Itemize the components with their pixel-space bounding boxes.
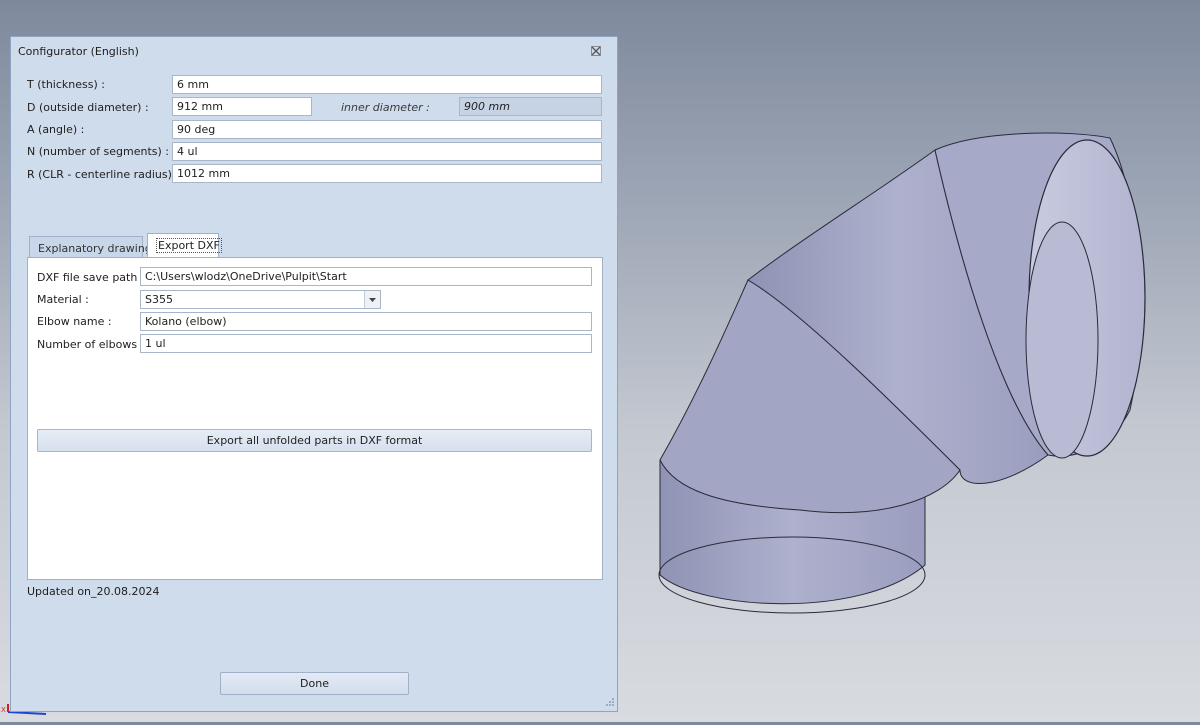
updated-date: Updated on_20.08.2024 bbox=[27, 585, 160, 598]
clr-label: R (CLR - centerline radius) : bbox=[27, 168, 180, 181]
thickness-label: T (thickness) : bbox=[27, 78, 105, 91]
save-path-field[interactable]: C:\Users\wlodz\OneDrive\Pulpit\Start bbox=[140, 267, 592, 286]
configurator-dialog: Configurator (English) T (thickness) : 6… bbox=[10, 36, 618, 712]
material-select-value: S355 bbox=[145, 293, 173, 306]
num-elbows-label: Number of elbows : bbox=[37, 338, 145, 351]
elbow-name-field[interactable]: Kolano (elbow) bbox=[140, 312, 592, 331]
export-dxf-panel: DXF file save path : C:\Users\wlodz\OneD… bbox=[27, 257, 603, 580]
outside-diameter-field[interactable]: 912 mm bbox=[172, 97, 312, 116]
angle-field[interactable]: 90 deg bbox=[172, 120, 602, 139]
resize-grip-icon[interactable] bbox=[605, 697, 615, 707]
tab-export-dxf-label: Export DXF bbox=[156, 238, 222, 253]
elbow-name-label: Elbow name : bbox=[37, 315, 112, 328]
elbow-inner-wall bbox=[1025, 221, 1099, 459]
close-icon[interactable] bbox=[588, 43, 604, 59]
save-path-label: DXF file save path : bbox=[37, 271, 145, 284]
export-dxf-button[interactable]: Export all unfolded parts in DXF format bbox=[37, 429, 592, 452]
done-button[interactable]: Done bbox=[220, 672, 409, 695]
title-bar[interactable]: Configurator (English) bbox=[11, 37, 617, 65]
tab-export-dxf[interactable]: Export DXF bbox=[147, 233, 222, 259]
inner-diameter-value: 900 mm bbox=[459, 97, 602, 116]
num-elbows-field[interactable]: 1 ul bbox=[140, 334, 592, 353]
material-select[interactable]: S355 bbox=[140, 290, 381, 309]
outside-diameter-label: D (outside diameter) : bbox=[27, 101, 149, 114]
angle-label: A (angle) : bbox=[27, 123, 85, 136]
thickness-field[interactable]: 6 mm bbox=[172, 75, 602, 94]
segments-field[interactable]: 4 ul bbox=[172, 142, 602, 161]
dialog-title: Configurator (English) bbox=[18, 45, 139, 58]
clr-field[interactable]: 1012 mm bbox=[172, 164, 602, 183]
segments-label: N (number of segments) : bbox=[27, 145, 170, 158]
tab-explanatory-drawing[interactable]: Explanatory drawing bbox=[29, 236, 152, 259]
inner-diameter-label: inner diameter : bbox=[341, 101, 430, 114]
chevron-down-icon[interactable] bbox=[364, 291, 380, 308]
triad-x-label: X bbox=[1, 706, 6, 714]
material-label: Material : bbox=[37, 293, 89, 306]
